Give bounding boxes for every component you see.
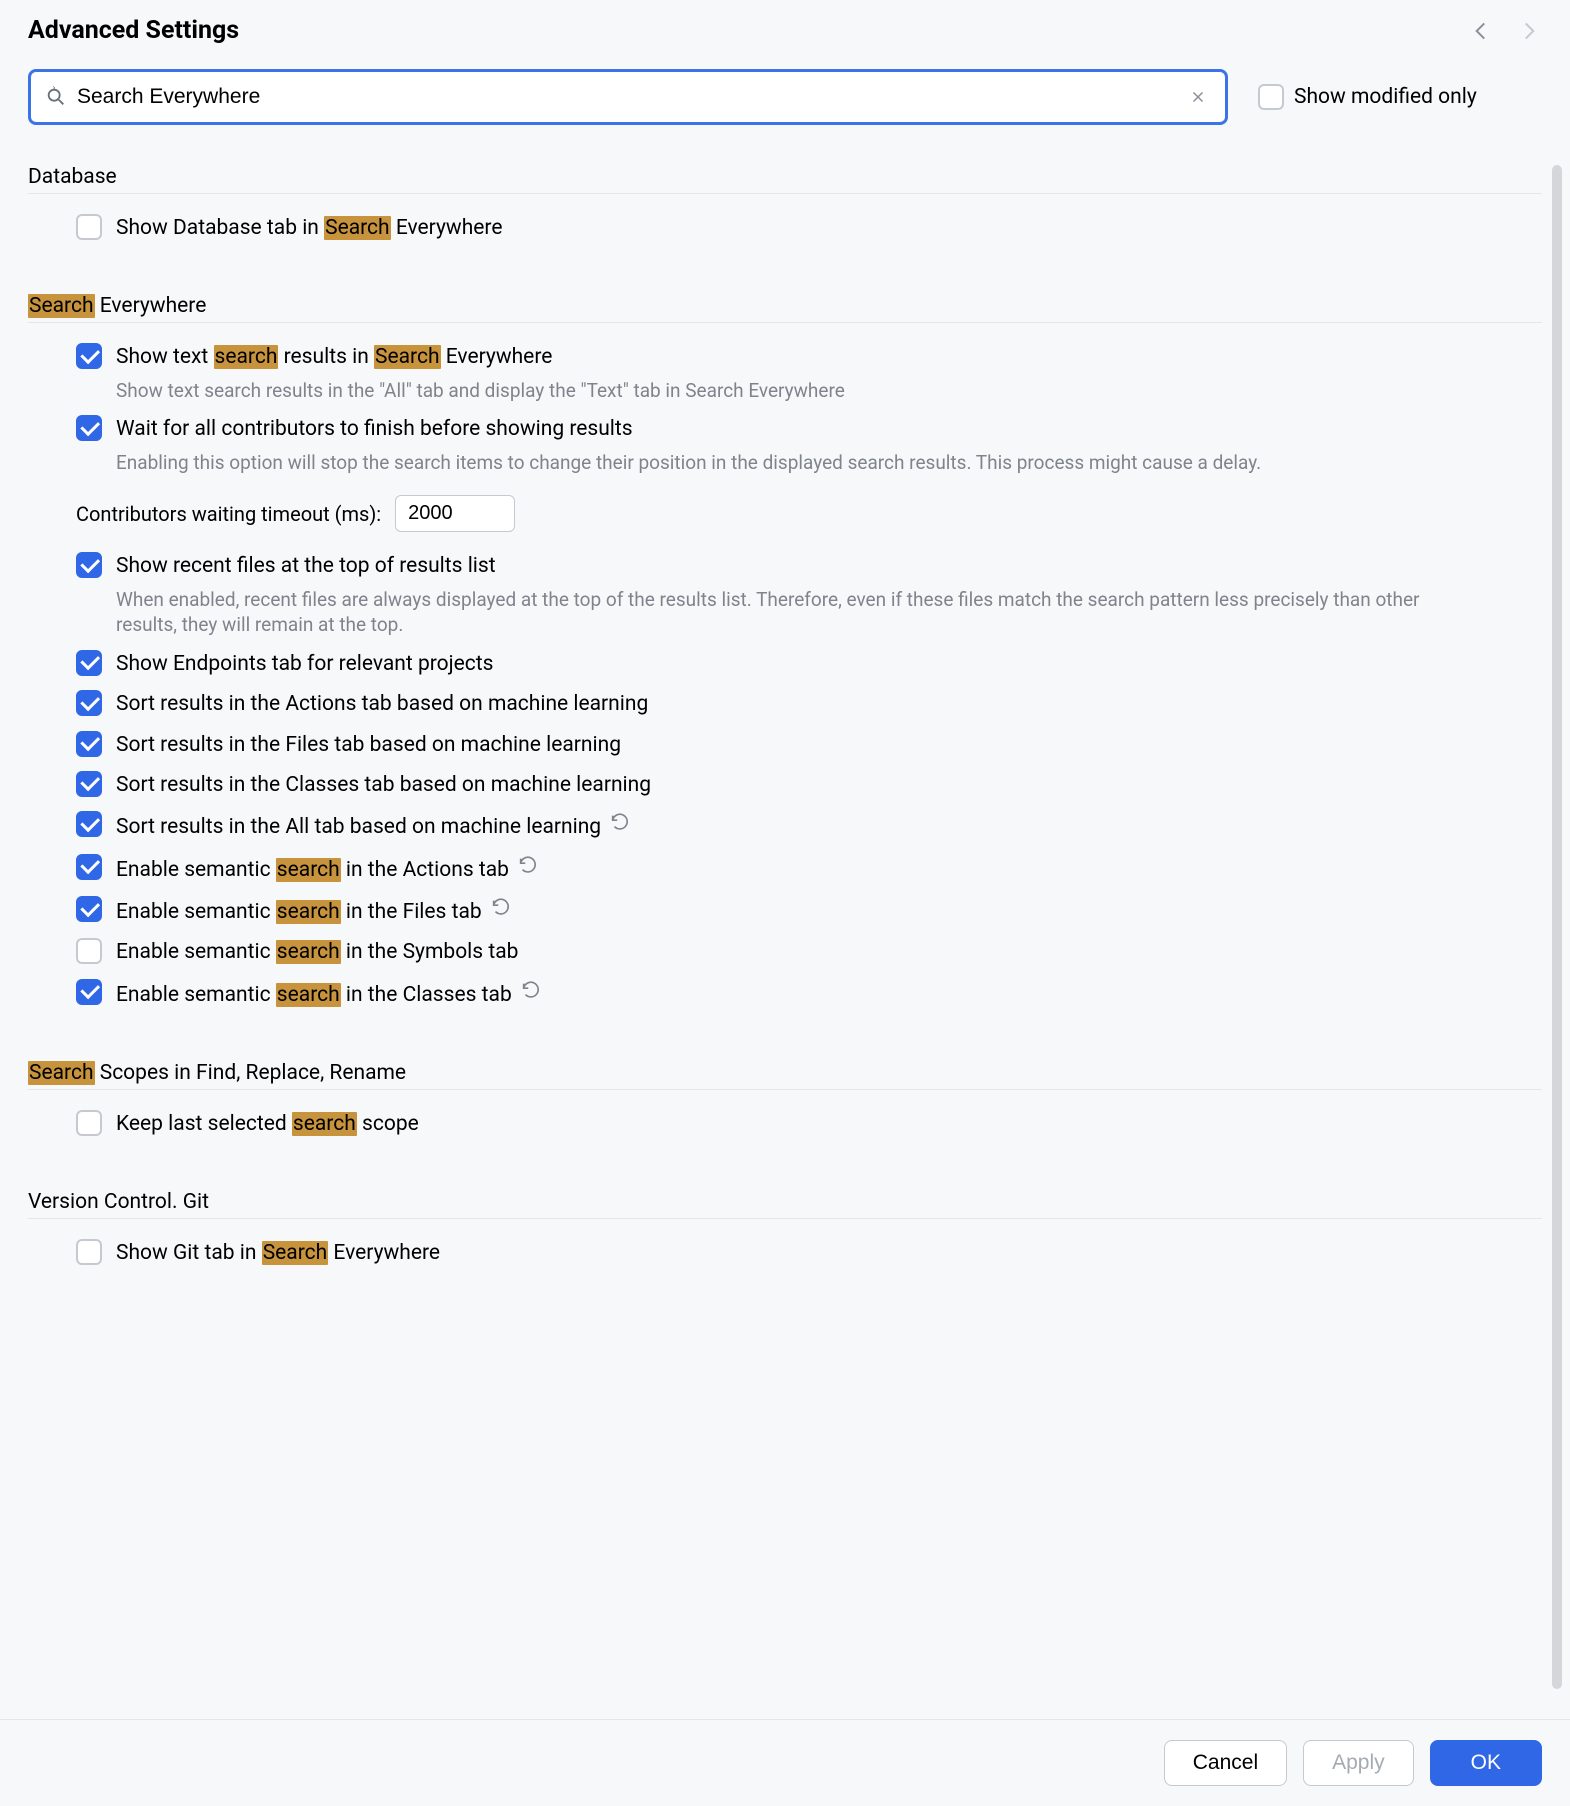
setting-row: Sort results in the Actions tab based on… — [28, 684, 1542, 724]
setting-row: Show Git tab in Search Everywhere — [28, 1233, 1542, 1273]
page-title: Advanced Settings — [28, 16, 239, 45]
clear-search-icon[interactable] — [1185, 84, 1211, 110]
setting-checkbox[interactable] — [76, 896, 102, 922]
setting-row: Sort results in the Files tab based on m… — [28, 725, 1542, 765]
revert-icon[interactable] — [520, 979, 542, 1001]
setting-label: Sort results in the Actions tab based on… — [116, 690, 648, 718]
nav-forward-icon[interactable] — [1516, 18, 1542, 44]
setting-label: Sort results in the Files tab based on m… — [116, 731, 621, 759]
settings-section: Search Everywhere Show text search result… — [28, 294, 1542, 1015]
setting-label: Sort results in the All tab based on mac… — [116, 811, 631, 841]
apply-button: Apply — [1303, 1740, 1414, 1786]
show-modified-checkbox[interactable] — [1258, 84, 1284, 110]
setting-row: Enable semantic search in the Actions ta… — [28, 848, 1542, 890]
settings-section: Search Scopes in Find, Replace, Rename Ke… — [28, 1061, 1542, 1144]
section-title: Database — [28, 165, 1542, 194]
setting-checkbox[interactable] — [76, 1239, 102, 1265]
setting-input-label: Contributors waiting timeout (ms): — [76, 502, 381, 526]
setting-label: Enable semantic search in the Files tab — [116, 896, 512, 926]
setting-label: Show Git tab in Search Everywhere — [116, 1239, 440, 1267]
setting-checkbox[interactable] — [76, 690, 102, 716]
setting-row: Enable semantic search in the Classes ta… — [28, 973, 1542, 1015]
setting-checkbox[interactable] — [76, 214, 102, 240]
section-title: Version Control. Git — [28, 1190, 1542, 1219]
setting-checkbox[interactable] — [76, 854, 102, 880]
ok-button[interactable]: OK — [1430, 1740, 1542, 1786]
setting-label: Enable semantic search in the Actions ta… — [116, 854, 539, 884]
search-icon — [45, 86, 67, 108]
setting-row: Show text search results in Search Every… — [28, 337, 1542, 409]
search-input[interactable] — [77, 85, 1185, 109]
setting-row: Sort results in the Classes tab based on… — [28, 765, 1542, 805]
highlight: Search — [324, 216, 391, 240]
setting-row: Keep last selected search scope — [28, 1104, 1542, 1144]
nav-arrows-group — [1468, 18, 1542, 44]
setting-label: Show recent files at the top of results … — [116, 552, 1466, 580]
setting-label: Enable semantic search in the Classes ta… — [116, 979, 542, 1009]
setting-checkbox[interactable] — [76, 938, 102, 964]
settings-section: Database Show Database tab in Search Ever… — [28, 165, 1542, 248]
highlight: search — [276, 983, 341, 1007]
setting-description: When enabled, recent files are always di… — [116, 587, 1466, 638]
highlight: Search — [262, 1241, 329, 1265]
cancel-button[interactable]: Cancel — [1164, 1740, 1287, 1786]
setting-checkbox[interactable] — [76, 771, 102, 797]
setting-checkbox[interactable] — [76, 811, 102, 837]
nav-back-icon[interactable] — [1468, 18, 1494, 44]
section-title: Search Everywhere — [28, 294, 1542, 323]
setting-checkbox[interactable] — [76, 979, 102, 1005]
highlight: search — [276, 858, 341, 882]
setting-checkbox[interactable] — [76, 650, 102, 676]
setting-label: Keep last selected search scope — [116, 1110, 419, 1138]
search-field-wrapper[interactable] — [28, 69, 1228, 125]
highlight: search — [214, 345, 279, 369]
section-title: Search Scopes in Find, Replace, Rename — [28, 1061, 1542, 1090]
highlight: Search — [374, 345, 441, 369]
highlight: Search — [28, 294, 95, 318]
setting-row: Wait for all contributors to finish befo… — [28, 409, 1542, 481]
setting-label: Show Database tab in Search Everywhere — [116, 214, 502, 242]
revert-icon[interactable] — [609, 811, 631, 833]
setting-checkbox[interactable] — [76, 1110, 102, 1136]
top-bar: Show modified only — [0, 55, 1570, 135]
setting-label: Sort results in the Classes tab based on… — [116, 771, 651, 799]
setting-row: Show Endpoints tab for relevant projects — [28, 644, 1542, 684]
setting-label: Show Endpoints tab for relevant projects — [116, 650, 494, 678]
highlight: search — [292, 1112, 357, 1136]
setting-label: Wait for all contributors to finish befo… — [116, 415, 1261, 443]
setting-checkbox[interactable] — [76, 552, 102, 578]
setting-description: Enabling this option will stop the searc… — [116, 450, 1261, 476]
highlight: search — [276, 900, 341, 924]
revert-icon[interactable] — [490, 896, 512, 918]
setting-checkbox[interactable] — [76, 731, 102, 757]
setting-checkbox[interactable] — [76, 343, 102, 369]
revert-icon[interactable] — [517, 854, 539, 876]
setting-label: Show text search results in Search Every… — [116, 343, 845, 371]
show-modified-only-toggle[interactable]: Show modified only — [1258, 84, 1477, 110]
setting-label: Enable semantic search in the Symbols ta… — [116, 938, 518, 966]
setting-row: Enable semantic search in the Symbols ta… — [28, 932, 1542, 972]
scrollbar[interactable] — [1552, 165, 1562, 1689]
setting-row: Show recent files at the top of results … — [28, 546, 1542, 644]
show-modified-label: Show modified only — [1294, 85, 1477, 109]
setting-description: Show text search results in the "All" ta… — [116, 378, 845, 404]
highlight: Search — [28, 1061, 95, 1085]
setting-row: Enable semantic search in the Files tab — [28, 890, 1542, 932]
timeout-input[interactable] — [395, 495, 515, 532]
setting-checkbox[interactable] — [76, 415, 102, 441]
dialog-header: Advanced Settings — [0, 0, 1570, 55]
setting-row: Sort results in the All tab based on mac… — [28, 805, 1542, 847]
settings-content: Database Show Database tab in Search Ever… — [0, 135, 1570, 1719]
settings-section: Version Control. Git Show Git tab in Sear… — [28, 1190, 1542, 1273]
setting-row: Show Database tab in Search Everywhere — [28, 208, 1542, 248]
highlight: search — [276, 940, 341, 964]
timeout-setting-row: Contributors waiting timeout (ms): — [28, 481, 1542, 546]
dialog-footer: Cancel Apply OK — [0, 1719, 1570, 1806]
